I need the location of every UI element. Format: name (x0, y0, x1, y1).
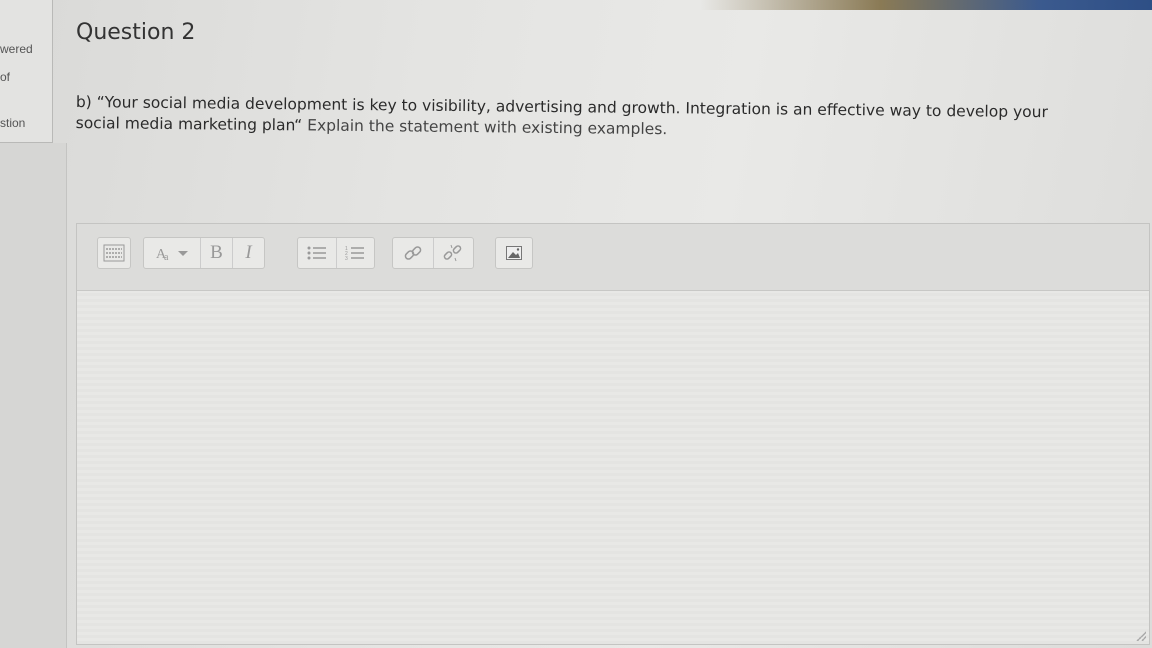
info-status: wered (0, 42, 33, 56)
collapse-toolbar-button[interactable] (97, 237, 131, 269)
editor-toolbar: A a B I 1 2 3 (77, 224, 1149, 291)
text-format-group: A a B I (143, 237, 265, 269)
question-text-instruction: Explain the statement with existing exam… (302, 116, 668, 139)
bold-button[interactable]: B (200, 238, 232, 268)
link-button[interactable] (394, 238, 433, 268)
image-icon (506, 246, 522, 260)
question-content: Question 2 b) “Your social media develop… (66, 0, 1152, 648)
flag-question-link[interactable]: stion (0, 116, 25, 130)
insert-image-button[interactable] (495, 237, 533, 269)
svg-text:a: a (164, 252, 169, 262)
bold-label: B (210, 242, 223, 263)
unlink-icon (443, 244, 463, 262)
info-marks: of (0, 70, 11, 84)
ordered-list-icon: 1 2 3 (345, 245, 365, 261)
question-text: b) “Your social media development is key… (76, 92, 1086, 145)
question-title: Question 2 (76, 20, 196, 45)
link-icon (404, 244, 422, 262)
list-group: 1 2 3 (297, 237, 375, 269)
question-info-panel: wered of stion (0, 0, 53, 143)
svg-text:3: 3 (345, 256, 348, 261)
unlink-button[interactable] (432, 238, 473, 268)
link-group (392, 237, 474, 269)
answer-editor: A a B I 1 2 3 (76, 223, 1150, 645)
resize-handle[interactable] (1136, 631, 1146, 641)
unordered-list-icon (307, 245, 327, 261)
font-style-icon: A a (156, 244, 190, 262)
italic-button[interactable]: I (232, 238, 264, 268)
font-style-button[interactable]: A a (144, 244, 200, 262)
left-margin (0, 143, 67, 648)
collapse-toolbar-icon (103, 244, 125, 262)
unordered-list-button[interactable] (299, 238, 336, 268)
answer-text-area[interactable] (77, 291, 1149, 644)
ordered-list-button[interactable]: 1 2 3 (335, 238, 374, 268)
italic-label: I (245, 242, 252, 263)
